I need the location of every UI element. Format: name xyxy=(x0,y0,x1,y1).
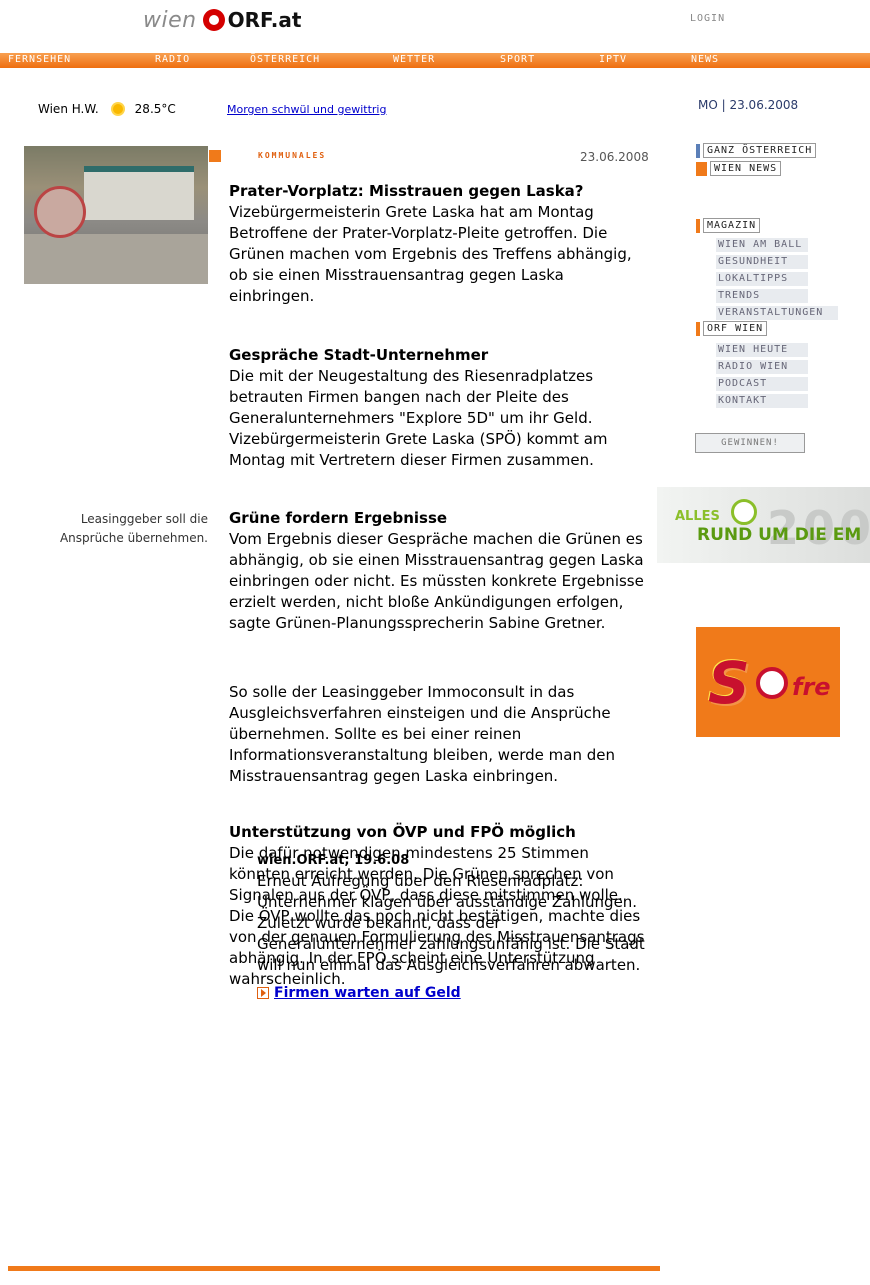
so-frei-s: S xyxy=(708,649,750,717)
orf-eye-icon xyxy=(202,9,225,31)
section-gruene-cont: So solle der Leasinggeber Immoconsult in… xyxy=(229,682,649,787)
sidebar-wien-news-label: WIEN NEWS xyxy=(710,161,782,176)
sidebar-item-lokaltipps[interactable]: LOKALTIPPS xyxy=(718,273,788,284)
orange-bar-icon xyxy=(696,218,700,233)
em-title: RUND UM DIE EM xyxy=(697,525,862,545)
article-title: Prater-Vorplatz: Misstrauen gegen Laska? xyxy=(229,182,584,200)
article-date: 23.06.2008 xyxy=(580,150,649,164)
related-title: wien.ORF.at; 19.6.08 xyxy=(257,853,410,868)
carousel-shape xyxy=(34,186,86,238)
article-lead: Vizebürgermeisterin Grete Laska hat am M… xyxy=(229,203,632,305)
football-icon xyxy=(756,667,788,699)
sidebar-item-veranstaltungen[interactable]: VERANSTALTUNGEN xyxy=(718,307,823,318)
arrow-right-icon xyxy=(257,987,269,999)
sidebar-orf-wien-label: ORF WIEN xyxy=(703,321,768,336)
side-note: Leasinggeber soll die Ansprüche übernehm… xyxy=(59,512,208,545)
weather-info: Wien H.W. 28.5°C xyxy=(38,98,176,120)
nav-oesterreich[interactable]: ÖSTERREICH xyxy=(250,54,320,65)
football-icon xyxy=(731,499,757,525)
article-intro: Prater-Vorplatz: Misstrauen gegen Laska?… xyxy=(229,181,649,307)
gewinnen-button[interactable]: GEWINNEN! xyxy=(695,433,805,453)
sidebar-item-radio-wien[interactable]: RADIO WIEN xyxy=(718,361,788,372)
sidebar-ganz-oesterreich[interactable]: GANZ ÖSTERREICH xyxy=(696,143,817,158)
current-date: MO | 23.06.2008 xyxy=(698,98,799,112)
section-2-text-2: So solle der Leasinggeber Immoconsult in… xyxy=(229,683,615,785)
section-gespraeche: Gespräche Stadt-Unternehmer Die mit der … xyxy=(229,345,649,471)
em-alles: ALLES xyxy=(675,509,720,524)
related-box-content: wien.ORF.at; 19.6.08 Erneut Aufregung üb… xyxy=(257,851,652,976)
section-1-text: Die mit der Neugestaltung des Riesenradp… xyxy=(229,367,608,469)
sidebar-item-trends[interactable]: TRENDS xyxy=(718,290,760,301)
sidebar-item-kontakt[interactable]: KONTAKT xyxy=(718,395,767,406)
sidebar-magazin-label: MAGAZIN xyxy=(703,218,761,233)
sidebar-ganz-oesterreich-label: GANZ ÖSTERREICH xyxy=(703,143,817,158)
weather-place: Wien H.W. xyxy=(38,102,99,116)
building-shape xyxy=(84,166,194,220)
sidebar-magazin[interactable]: MAGAZIN xyxy=(696,218,761,233)
plaza-shape xyxy=(24,234,208,284)
related-text: Erneut Aufregung über den Riesenradplatz… xyxy=(257,872,645,974)
login-link[interactable]: LOGIN xyxy=(690,13,725,24)
forecast-link[interactable]: Morgen schwül und gewittrig xyxy=(227,103,386,116)
section-3-title: Unterstützung von ÖVP und FPÖ möglich xyxy=(229,823,576,841)
firmen-link-label: Firmen warten auf Geld xyxy=(274,985,461,1001)
wien-orf-logo[interactable]: wien ORF.at xyxy=(143,6,301,34)
section-gruene: Grüne fordern Ergebnisse Vom Ergebnis di… xyxy=(229,508,649,634)
footer-divider xyxy=(8,1266,660,1271)
prater-teaser-image xyxy=(24,146,208,284)
sidebar-orf-wien[interactable]: ORF WIEN xyxy=(696,321,768,336)
nav-fernsehen[interactable]: FERNSEHEN xyxy=(8,54,71,65)
nav-sport[interactable]: SPORT xyxy=(500,54,535,65)
so-frei-ad-banner[interactable]: S fre xyxy=(696,627,840,737)
blue-bar-icon xyxy=(696,143,700,158)
sidebar-item-gesundheit[interactable]: GESUNDHEIT xyxy=(718,256,788,267)
nav-radio[interactable]: RADIO xyxy=(155,54,190,65)
section-2-title: Grüne fordern Ergebnisse xyxy=(229,509,448,527)
sidebar-item-wien-heute[interactable]: WIEN HEUTE xyxy=(718,344,788,355)
kicker-marker xyxy=(209,150,221,162)
firmen-link[interactable]: Firmen warten auf Geld xyxy=(257,985,461,1001)
logo-orf-text: ORF.at xyxy=(227,8,302,32)
nav-news[interactable]: NEWS xyxy=(691,54,719,65)
section-2-text: Vom Ergebnis dieser Gespräche machen die… xyxy=(229,530,644,632)
nav-wetter[interactable]: WETTER xyxy=(393,54,435,65)
section-1-title: Gespräche Stadt-Unternehmer xyxy=(229,346,489,364)
sidebar-item-podcast[interactable]: PODCAST xyxy=(718,378,767,389)
article-kicker: KOMMUNALES xyxy=(258,151,327,160)
sidebar-item-wien-am-ball[interactable]: WIEN AM BALL xyxy=(718,239,802,250)
temperature: 28.5°C xyxy=(134,102,176,116)
orange-arrow-icon xyxy=(696,161,707,176)
orange-bar-icon xyxy=(696,321,700,336)
em-2008-banner[interactable]: 2008 ALLES RUND UM DIE EM xyxy=(657,487,870,563)
sidebar-wien-news[interactable]: WIEN NEWS xyxy=(696,161,782,176)
so-frei-fre: fre xyxy=(792,673,831,701)
nav-iptv[interactable]: IPTV xyxy=(599,54,627,65)
logo-wien-text: wien xyxy=(143,7,197,33)
sun-icon xyxy=(107,98,129,120)
